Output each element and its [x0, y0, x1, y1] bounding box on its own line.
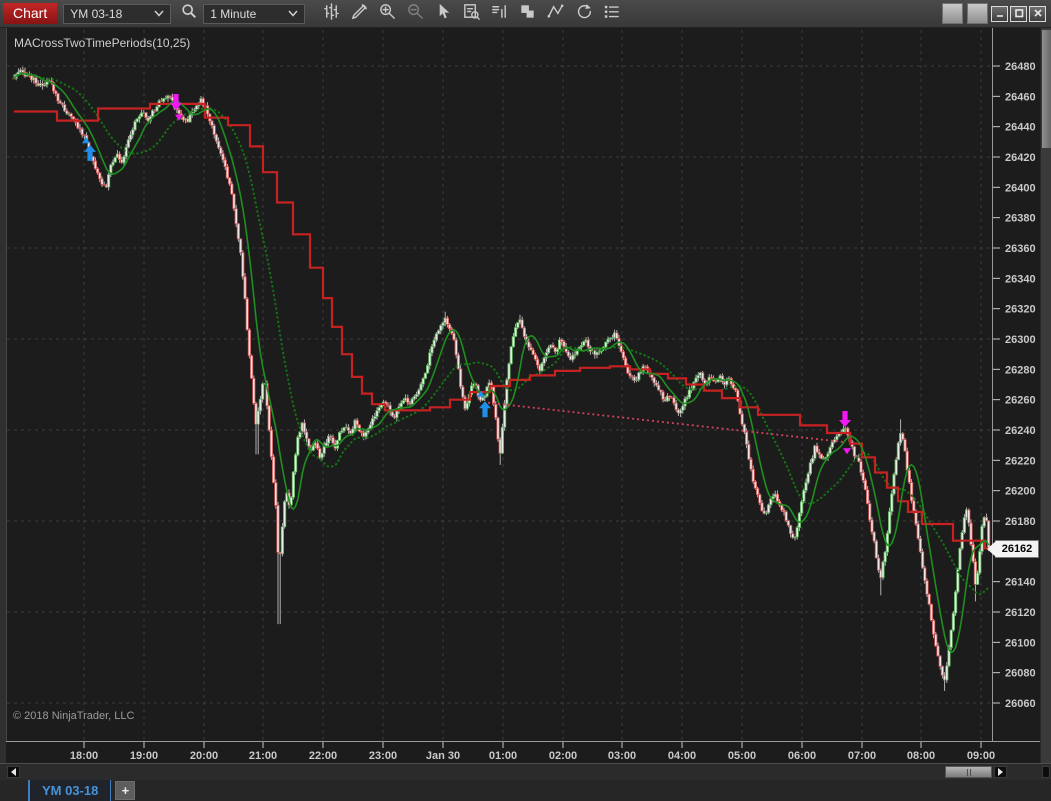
layers-button[interactable] — [514, 2, 540, 26]
svg-text:06:00: 06:00 — [788, 750, 816, 762]
svg-text:Jan 30: Jan 30 — [426, 750, 460, 762]
last-price-badge: 26162 — [987, 540, 1039, 558]
indicator-label: MACrossTwoTimePeriods(10,25) — [14, 36, 191, 50]
svg-text:26400: 26400 — [1005, 182, 1036, 194]
svg-text:20:00: 20:00 — [190, 750, 218, 762]
horizontal-scrollbar[interactable] — [0, 763, 1051, 780]
svg-text:18:00: 18:00 — [70, 750, 98, 762]
close-icon — [1033, 5, 1043, 23]
data-series-button[interactable] — [486, 2, 512, 26]
cursor-icon — [434, 2, 453, 26]
reload-button[interactable] — [570, 2, 596, 26]
interval-selector-value: 1 Minute — [210, 6, 257, 21]
instrument-selector[interactable]: YM 03-18 — [63, 3, 172, 24]
zoom-in-icon — [378, 2, 397, 26]
svg-text:26260: 26260 — [1005, 395, 1036, 407]
svg-text:08:00: 08:00 — [907, 750, 935, 762]
window-controls — [940, 3, 1047, 24]
svg-text:05:00: 05:00 — [728, 750, 756, 762]
chart-window: 26480 26460 26440 26420 26400 26380 26360 26340… — [0, 0, 1051, 801]
interval-link-button[interactable] — [967, 3, 988, 24]
instrument-link-button[interactable] — [942, 3, 963, 24]
properties-button[interactable] — [598, 2, 624, 26]
vertical-scrollbar-thumb[interactable] — [1042, 30, 1051, 148]
data-box-button[interactable] — [458, 2, 484, 26]
svg-text:26180: 26180 — [1005, 516, 1036, 528]
svg-text:26380: 26380 — [1005, 213, 1036, 225]
bar-chart-button[interactable] — [318, 2, 344, 26]
tab-bar: YM 03-18 + — [0, 780, 1051, 801]
svg-text:07:00: 07:00 — [848, 750, 876, 762]
svg-text:26460: 26460 — [1005, 91, 1036, 103]
chevron-down-icon — [154, 10, 164, 17]
svg-text:26060: 26060 — [1005, 698, 1036, 710]
svg-text:04:00: 04:00 — [668, 750, 696, 762]
interval-selector[interactable]: 1 Minute — [203, 3, 306, 24]
data-series-icon — [490, 2, 509, 26]
reload-icon — [574, 2, 593, 26]
svg-text:26080: 26080 — [1005, 668, 1036, 680]
svg-text:26360: 26360 — [1005, 243, 1036, 255]
svg-text:26440: 26440 — [1005, 122, 1036, 134]
arrow-right-icon — [998, 768, 1003, 776]
window-title-tab[interactable]: Chart — [3, 3, 58, 24]
svg-text:26480: 26480 — [1005, 61, 1036, 73]
zoom-in-button[interactable] — [374, 2, 400, 26]
arrow-left-icon — [11, 768, 16, 776]
svg-text:22:00: 22:00 — [309, 750, 337, 762]
svg-text:02:00: 02:00 — [549, 750, 577, 762]
svg-text:19:00: 19:00 — [130, 750, 158, 762]
svg-text:23:00: 23:00 — [369, 750, 397, 762]
toolbar-icon-group — [317, 2, 625, 26]
chart-canvas[interactable]: 26480 26460 26440 26420 26400 26380 26360 26340… — [0, 0, 1051, 801]
minimize-button[interactable] — [991, 5, 1008, 23]
vertical-scrollbar[interactable] — [1040, 28, 1051, 763]
scroll-left-button[interactable] — [7, 766, 20, 778]
tab-ym-03-18[interactable]: YM 03-18 — [28, 780, 112, 801]
scrollbar-corner — [1042, 766, 1050, 778]
zoom-out-button[interactable] — [402, 2, 428, 26]
cursor-button[interactable] — [430, 2, 456, 26]
svg-text:26100: 26100 — [1005, 637, 1036, 649]
svg-text:21:00: 21:00 — [249, 750, 277, 762]
toolbar: Chart YM 03-18 1 Minute — [0, 0, 1051, 28]
pencil-icon — [350, 2, 369, 26]
add-tab-button[interactable]: + — [115, 781, 136, 800]
svg-text:26340: 26340 — [1005, 273, 1036, 285]
svg-text:26240: 26240 — [1005, 425, 1036, 437]
close-button[interactable] — [1029, 5, 1046, 23]
tab-label: YM 03-18 — [42, 783, 99, 798]
horizontal-scrollbar-thumb[interactable] — [945, 766, 992, 778]
properties-icon — [602, 2, 621, 26]
zigzag-icon — [546, 2, 565, 26]
search-icon — [180, 2, 198, 25]
bar-chart-icon — [322, 2, 341, 26]
instrument-selector-value: YM 03-18 — [70, 6, 123, 21]
maximize-icon — [1014, 5, 1024, 23]
data-box-icon — [462, 2, 481, 26]
search-button[interactable] — [176, 2, 202, 26]
svg-text:26280: 26280 — [1005, 364, 1036, 376]
zigzag-button[interactable] — [542, 2, 568, 26]
svg-text:26300: 26300 — [1005, 334, 1036, 346]
svg-text:26220: 26220 — [1005, 455, 1036, 467]
svg-text:26120: 26120 — [1005, 607, 1036, 619]
zoom-out-icon — [406, 2, 425, 26]
plot-background — [6, 28, 1040, 763]
svg-text:09:00: 09:00 — [967, 750, 995, 762]
minimize-icon — [995, 5, 1005, 23]
layers-icon — [518, 2, 537, 26]
chevron-down-icon — [288, 10, 298, 17]
copyright-label: © 2018 NinjaTrader, LLC — [13, 710, 135, 722]
svg-text:01:00: 01:00 — [489, 750, 517, 762]
svg-text:26140: 26140 — [1005, 577, 1036, 589]
maximize-button[interactable] — [1010, 5, 1027, 23]
svg-text:26420: 26420 — [1005, 152, 1036, 164]
svg-text:03:00: 03:00 — [608, 750, 636, 762]
svg-text:26320: 26320 — [1005, 304, 1036, 316]
svg-text:26200: 26200 — [1005, 486, 1036, 498]
scroll-right-button[interactable] — [994, 766, 1007, 778]
pencil-button[interactable] — [346, 2, 372, 26]
